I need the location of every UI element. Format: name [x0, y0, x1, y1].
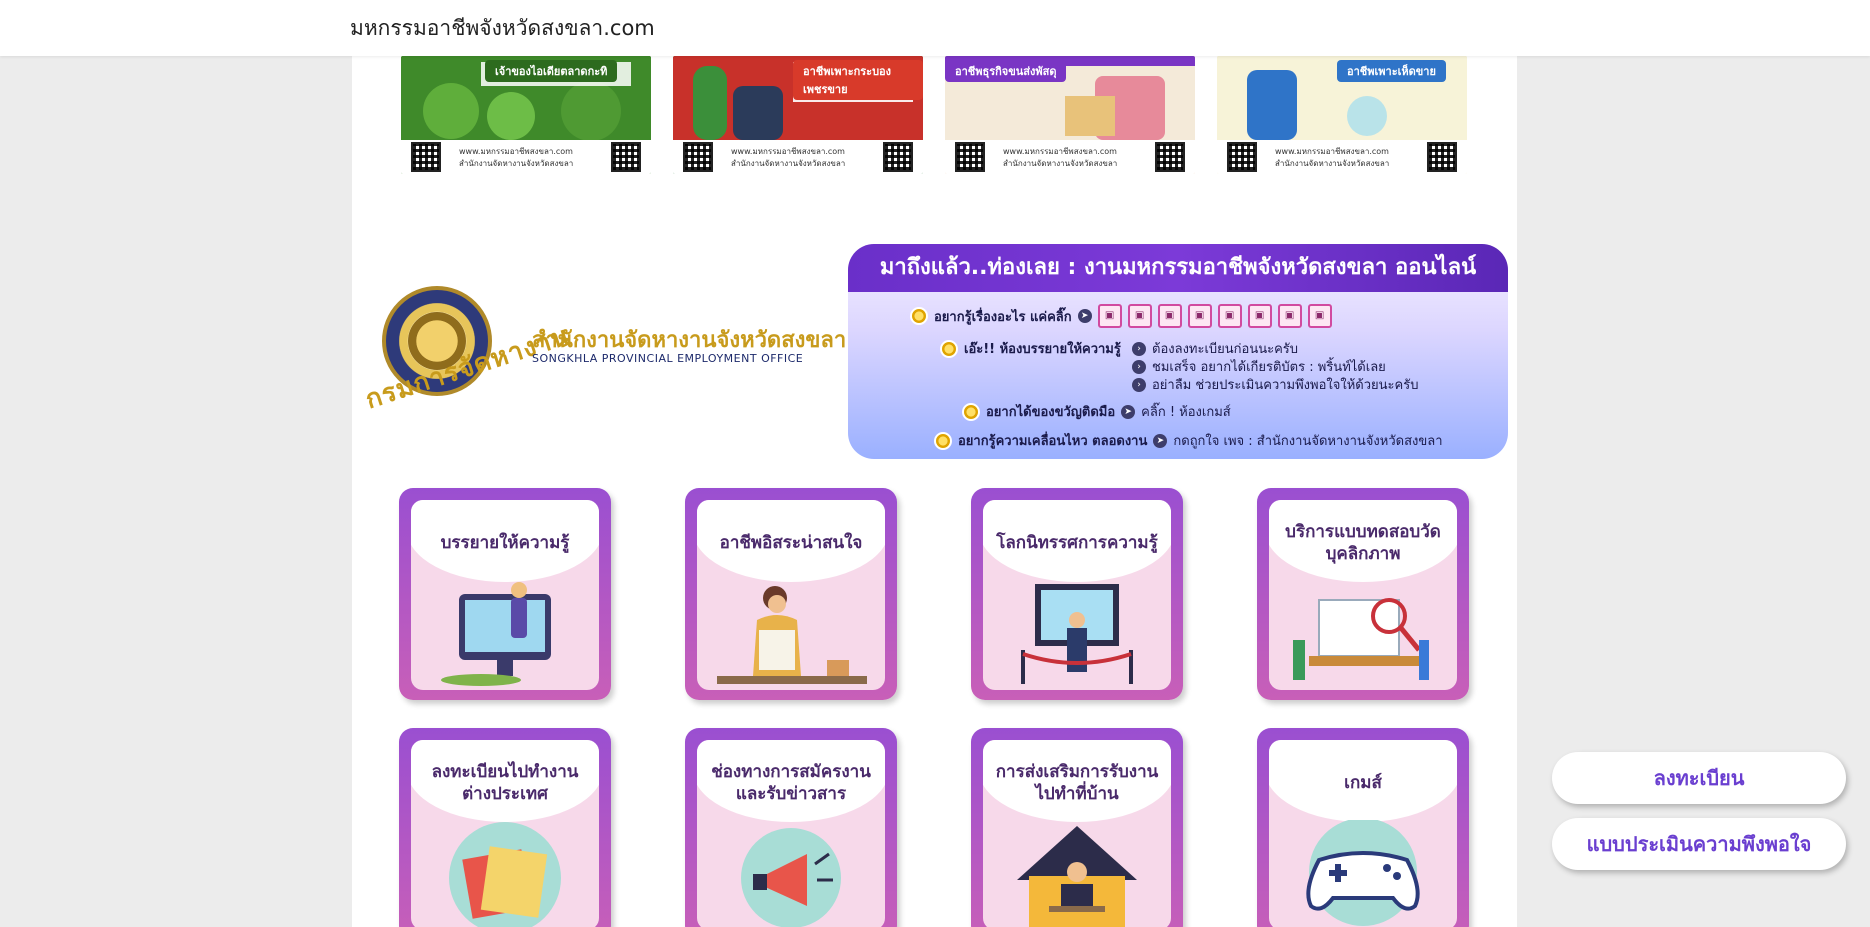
card-freelance-career[interactable]: อาชีพอิสระน่าสนใจ: [685, 488, 897, 700]
megaphone-icon: [741, 828, 841, 927]
bullet-icon: [910, 307, 928, 325]
card-title: อาชีพอิสระน่าสนใจ: [719, 533, 863, 553]
click-icon: ➤: [1077, 309, 1092, 323]
topic-thumb-6[interactable]: ▣: [1247, 304, 1272, 328]
satisfaction-survey-button[interactable]: แบบประเมินความพึงพอใจ: [1552, 818, 1846, 870]
poster-ribbon: เจ้าของไอเดียตลาดกะทิ: [485, 60, 618, 82]
banner-lecture-item-3: › อย่าลืม ช่วยประเมินความพึงพอใจให้ด้วยน…: [1132, 374, 1418, 395]
banner-row-news: อยากรู้ความเคลื่อนไหว ตลอดงาน ➤ กดถูกใจ …: [934, 430, 1443, 451]
documents-icon: [449, 822, 561, 927]
banner-row-gift: อยากได้ของขวัญติดมือ ➤ คลิ๊ก ! ห้องเกมส์: [962, 401, 1231, 422]
click-icon: ➤: [1121, 404, 1136, 419]
bullet-icon: [962, 402, 980, 421]
poster-card-2[interactable]: อาชีพเพาะกระบองเพชรขาย www.มหกรรมอาชีพสง…: [673, 56, 923, 174]
card-title: บริการแบบทดสอบวัดบุคลิกภาพ: [1285, 522, 1441, 564]
register-button[interactable]: ลงทะเบียน: [1552, 752, 1846, 804]
chevron-right-icon: ›: [1132, 359, 1146, 374]
card-job-channels[interactable]: ช่องทางการสมัครงานและรับข่าวสาร: [685, 728, 897, 927]
banner-heading: มาถึงแล้ว..ท่องเลย : งานมหกรรมอาชีพจังหว…: [848, 244, 1508, 292]
poster-card-3[interactable]: อาชีพธุรกิจขนส่งพัสดุ www.มหกรรมอาชีพสงข…: [945, 56, 1195, 174]
card-games[interactable]: เกมส์: [1257, 728, 1469, 927]
banner-row-lecture: เอ๊ะ!! ห้องบรรยายให้ความรู้: [940, 338, 1121, 359]
poster-footer: www.มหกรรมอาชีพสงขลา.com สำนักงานจัดหางา…: [673, 140, 923, 174]
test-icon: [1293, 598, 1429, 680]
poster-footer: www.มหกรรมอาชีพสงขลา.com สำนักงานจัดหางา…: [401, 140, 651, 174]
card-exhibition[interactable]: โลกนิทรรศการความรู้: [971, 488, 1183, 700]
poster-card-1[interactable]: เจ้าของไอเดียตลาดกะทิ www.มหกรรมอาชีพสงข…: [401, 56, 651, 174]
card-title: ช่องทางการสมัครงานและรับข่าวสาร: [711, 762, 871, 804]
house-icon: [1017, 826, 1137, 927]
top-bar: มหกรรมอาชีพจังหวัดสงขลา.com: [0, 0, 1870, 56]
poster-links: www.มหกรรมอาชีพสงขลา.com สำนักงานจัดหางา…: [459, 147, 574, 168]
office-name-en: SONGKHLA PROVINCIAL EMPLOYMENT OFFICE: [532, 352, 804, 365]
card-title: เกมส์: [1344, 773, 1382, 793]
topic-thumb-7[interactable]: ▣: [1277, 304, 1302, 328]
topic-thumb-8[interactable]: ▣: [1307, 304, 1332, 328]
card-title: โลกนิทรรศการความรู้: [996, 533, 1158, 553]
poster-ribbon: อาชีพธุรกิจขนส่งพัสดุ: [945, 60, 1067, 82]
qr-code-icon: [683, 142, 713, 172]
topic-thumb-1[interactable]: ▣: [1097, 304, 1122, 328]
poster-ribbon: อาชีพเพาะกระบองเพชรขาย: [793, 60, 923, 100]
qr-code-icon: [611, 142, 641, 172]
card-lecture[interactable]: บรรยายให้ความรู้: [399, 488, 611, 700]
gamepad-icon: [1306, 820, 1420, 926]
poster-footer: www.มหกรรมอาชีพสงขลา.com สำนักงานจัดหางา…: [1217, 140, 1467, 174]
topic-thumb-4[interactable]: ▣: [1187, 304, 1212, 328]
cooking-icon: [717, 586, 867, 684]
exhibition-icon: [1021, 584, 1133, 684]
banner-row-topics: อยากรู้เรื่องอะไร แค่คลิ๊ก ➤ ▣ ▣ ▣ ▣ ▣ ▣…: [910, 304, 1332, 328]
poster-card-4[interactable]: อาชีพเพาะเห็ดขาย www.มหกรรมอาชีพสงขลา.co…: [1217, 56, 1467, 174]
card-title: การส่งเสริมการรับงานไปทำที่บ้าน: [995, 762, 1159, 804]
site-title[interactable]: มหกรรมอาชีพจังหวัดสงขลา.com: [350, 12, 655, 45]
click-icon: ➤: [1153, 433, 1168, 448]
lecture-icon: [441, 582, 551, 686]
qr-code-icon: [883, 142, 913, 172]
qr-code-icon: [955, 142, 985, 172]
card-home-work[interactable]: การส่งเสริมการรับงานไปทำที่บ้าน: [971, 728, 1183, 927]
poster-ribbon: อาชีพเพาะเห็ดขาย: [1337, 60, 1446, 82]
online-fair-banner: มาถึงแล้ว..ท่องเลย : งานมหกรรมอาชีพจังหว…: [848, 244, 1508, 459]
qr-code-icon: [1427, 142, 1457, 172]
card-title: บรรยายให้ความรู้: [440, 533, 570, 553]
qr-code-icon: [1227, 142, 1257, 172]
card-personality-test[interactable]: บริการแบบทดสอบวัดบุคลิกภาพ: [1257, 488, 1469, 700]
bullet-icon: [940, 339, 958, 358]
poster-links: www.มหกรรมอาชีพสงขลา.com สำนักงานจัดหางา…: [1003, 147, 1118, 168]
topic-thumb-3[interactable]: ▣: [1157, 304, 1182, 328]
qr-code-icon: [411, 142, 441, 172]
qr-code-icon: [1155, 142, 1185, 172]
main-content: เจ้าของไอเดียตลาดกะทิ www.มหกรรมอาชีพสงข…: [352, 56, 1517, 927]
poster-links: www.มหกรรมอาชีพสงขลา.com สำนักงานจัดหางา…: [1275, 147, 1390, 168]
bullet-icon: [934, 431, 952, 450]
poster-links: www.มหกรรมอาชีพสงขลา.com สำนักงานจัดหางา…: [731, 147, 846, 168]
chevron-right-icon: ›: [1132, 377, 1146, 392]
chevron-right-icon: ›: [1132, 341, 1146, 356]
topic-thumb-5[interactable]: ▣: [1217, 304, 1242, 328]
card-title: ลงทะเบียนไปทำงานต่างประเทศ: [431, 762, 579, 804]
poster-footer: www.มหกรรมอาชีพสงขลา.com สำนักงานจัดหางา…: [945, 140, 1195, 174]
card-overseas-registration[interactable]: ลงทะเบียนไปทำงานต่างประเทศ: [399, 728, 611, 927]
topic-thumb-2[interactable]: ▣: [1127, 304, 1152, 328]
